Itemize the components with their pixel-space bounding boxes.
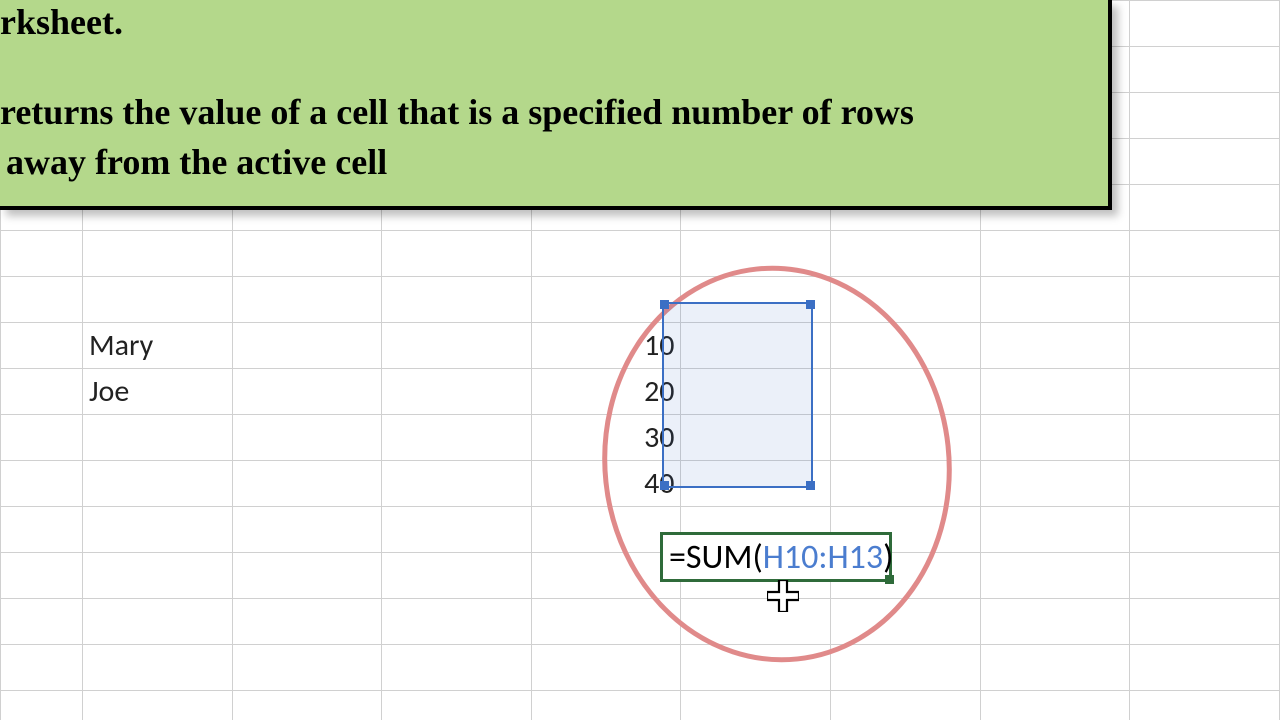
banner-line-1: rksheet.: [0, 0, 123, 47]
cell-name-mary[interactable]: Mary: [82, 323, 232, 369]
cell-value-40[interactable]: 40: [531, 461, 681, 507]
banner-line-3: away from the active cell: [6, 138, 387, 187]
cell-value-20[interactable]: 20: [531, 369, 681, 415]
cell-name-joe[interactable]: Joe: [82, 369, 232, 415]
fill-handle-icon[interactable]: [885, 575, 894, 584]
cell-value-30[interactable]: 30: [531, 415, 681, 461]
formula-suffix: ): [883, 537, 893, 578]
formula-input-cell[interactable]: =SUM(H10:H13): [660, 532, 892, 582]
cell-value-10[interactable]: 10: [531, 323, 681, 369]
formula-prefix: =SUM(: [669, 537, 763, 578]
banner-line-2: returns the value of a cell that is a sp…: [0, 88, 1060, 137]
info-banner: rksheet. returns the value of a cell tha…: [0, 0, 1112, 210]
formula-range: H10:H13: [763, 537, 883, 578]
